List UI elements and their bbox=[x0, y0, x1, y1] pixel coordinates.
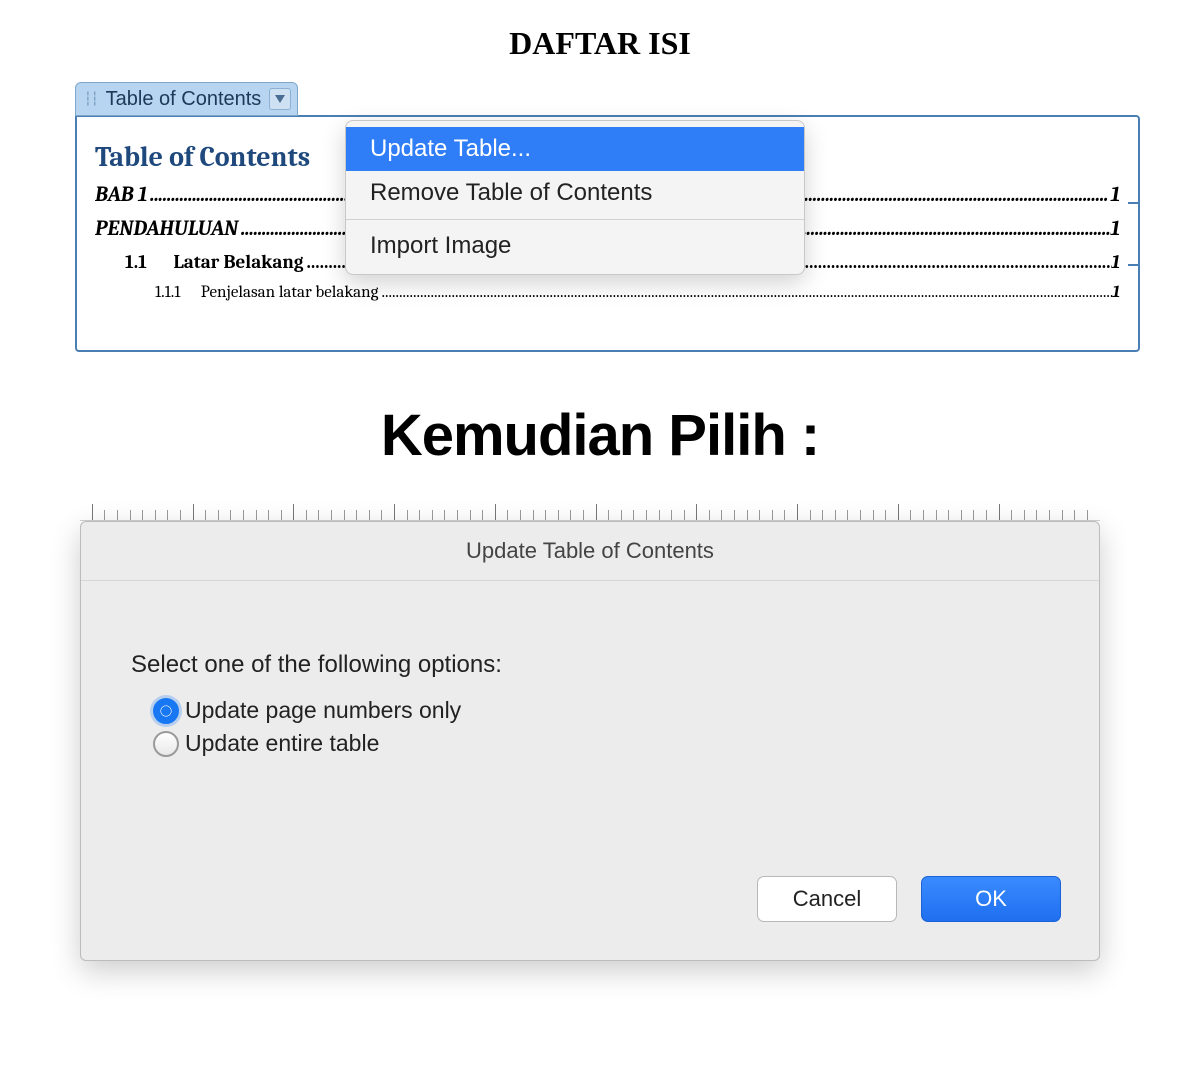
menu-item-label: Import Image bbox=[370, 232, 511, 260]
menu-item-update-table[interactable]: Update Table... bbox=[346, 127, 804, 171]
toc-tab-label: Table of Contents bbox=[106, 88, 262, 111]
toc-entry-label: BAB 1 bbox=[95, 183, 147, 207]
toc-entry-label: PENDAHULUAN bbox=[95, 217, 238, 241]
menu-item-label: Remove Table of Contents bbox=[370, 179, 652, 207]
ok-button[interactable]: OK bbox=[921, 876, 1061, 922]
toc-page-number: 1 bbox=[1112, 251, 1120, 273]
dialog-prompt: Select one of the following options: bbox=[131, 651, 1049, 679]
radio-update-entire-table[interactable]: Update entire table bbox=[131, 730, 1049, 757]
toc-entry-label: Latar Belakang bbox=[174, 251, 304, 273]
dialog-title: Update Table of Contents bbox=[81, 522, 1099, 581]
ruler bbox=[80, 499, 1100, 521]
menu-divider bbox=[346, 219, 804, 220]
radio-icon bbox=[153, 731, 179, 757]
dialog-actions: Cancel OK bbox=[757, 876, 1061, 922]
toc-page-number: 1 bbox=[1111, 217, 1120, 241]
toc-dropdown-button[interactable] bbox=[269, 88, 291, 110]
radio-label: Update page numbers only bbox=[185, 697, 461, 724]
toc-document-area: ┆┆ Table of Contents Table of Contents B… bbox=[75, 82, 1140, 352]
drag-handle-icon[interactable]: ┆┆ bbox=[84, 95, 98, 103]
dialog-wrapper: Update Table of Contents Select one of t… bbox=[80, 499, 1100, 969]
update-toc-dialog: Update Table of Contents Select one of t… bbox=[80, 521, 1100, 961]
button-label: OK bbox=[975, 886, 1007, 912]
cancel-button[interactable]: Cancel bbox=[757, 876, 897, 922]
toc-leader bbox=[378, 283, 1112, 302]
menu-item-import-image[interactable]: Import Image bbox=[346, 224, 804, 268]
toc-entry-number: 1.1.1 bbox=[155, 283, 201, 302]
radio-icon bbox=[153, 698, 179, 724]
toc-context-menu: Update Table... Remove Table of Contents… bbox=[345, 120, 805, 275]
button-label: Cancel bbox=[793, 886, 861, 912]
toc-tab[interactable]: ┆┆ Table of Contents bbox=[75, 82, 298, 116]
menu-item-remove-toc[interactable]: Remove Table of Contents bbox=[346, 171, 804, 215]
page-title: DAFTAR ISI bbox=[0, 0, 1200, 82]
radio-label: Update entire table bbox=[185, 730, 379, 757]
toc-page-number: 1 bbox=[1113, 283, 1120, 302]
radio-update-page-numbers[interactable]: Update page numbers only bbox=[131, 697, 1049, 724]
instruction-text: Kemudian Pilih : bbox=[0, 402, 1200, 469]
chevron-down-icon bbox=[274, 94, 286, 104]
toc-entry-number: 1.1 bbox=[125, 251, 174, 273]
toc-entry[interactable]: 1.1.1 Penjelasan latar belakang 1 bbox=[95, 283, 1120, 302]
toc-page-number: 1 bbox=[1111, 183, 1120, 207]
toc-entry-label: Penjelasan latar belakang bbox=[201, 283, 379, 302]
menu-item-label: Update Table... bbox=[370, 135, 531, 163]
dialog-body: Select one of the following options: Upd… bbox=[81, 581, 1099, 783]
